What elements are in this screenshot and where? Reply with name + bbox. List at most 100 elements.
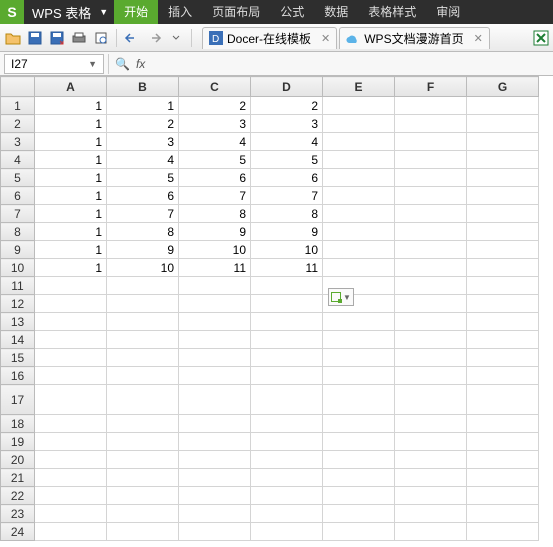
cell-E5[interactable] (323, 169, 395, 187)
cell-G7[interactable] (467, 205, 539, 223)
cell-F7[interactable] (395, 205, 467, 223)
cell-F3[interactable] (395, 133, 467, 151)
cell-C21[interactable] (179, 469, 251, 487)
cell-C11[interactable] (179, 277, 251, 295)
cell-D11[interactable] (251, 277, 323, 295)
cell-C14[interactable] (179, 331, 251, 349)
row-header-14[interactable]: 14 (1, 331, 35, 349)
cell-E3[interactable] (323, 133, 395, 151)
cell-D10[interactable]: 11 (251, 259, 323, 277)
cell-A22[interactable] (35, 487, 107, 505)
cell-F24[interactable] (395, 523, 467, 541)
cell-G9[interactable] (467, 241, 539, 259)
cell-B9[interactable]: 9 (107, 241, 179, 259)
row-header-18[interactable]: 18 (1, 415, 35, 433)
cell-A3[interactable]: 1 (35, 133, 107, 151)
cell-F2[interactable] (395, 115, 467, 133)
cell-F5[interactable] (395, 169, 467, 187)
menu-表格样式[interactable]: 表格样式 (358, 0, 426, 24)
cell-A14[interactable] (35, 331, 107, 349)
cell-D20[interactable] (251, 451, 323, 469)
autofill-options-button[interactable]: ▼ (328, 288, 354, 306)
cell-B22[interactable] (107, 487, 179, 505)
cell-F18[interactable] (395, 415, 467, 433)
cell-F10[interactable] (395, 259, 467, 277)
cell-A19[interactable] (35, 433, 107, 451)
formula-search-icon[interactable]: 🔍 (115, 57, 130, 71)
cell-E4[interactable] (323, 151, 395, 169)
cell-E16[interactable] (323, 367, 395, 385)
cell-A23[interactable] (35, 505, 107, 523)
cell-F1[interactable] (395, 97, 467, 115)
cell-C9[interactable]: 10 (179, 241, 251, 259)
cell-B7[interactable]: 7 (107, 205, 179, 223)
row-header-1[interactable]: 1 (1, 97, 35, 115)
cell-B13[interactable] (107, 313, 179, 331)
col-header-A[interactable]: A (35, 77, 107, 97)
col-header-D[interactable]: D (251, 77, 323, 97)
cell-E7[interactable] (323, 205, 395, 223)
cell-F23[interactable] (395, 505, 467, 523)
cell-A12[interactable] (35, 295, 107, 313)
cell-E24[interactable] (323, 523, 395, 541)
row-header-13[interactable]: 13 (1, 313, 35, 331)
col-header-C[interactable]: C (179, 77, 251, 97)
cell-D22[interactable] (251, 487, 323, 505)
cell-G1[interactable] (467, 97, 539, 115)
cell-G16[interactable] (467, 367, 539, 385)
cell-D4[interactable]: 5 (251, 151, 323, 169)
cell-C13[interactable] (179, 313, 251, 331)
cell-E17[interactable] (323, 385, 395, 415)
cell-A2[interactable]: 1 (35, 115, 107, 133)
cell-F13[interactable] (395, 313, 467, 331)
cell-C3[interactable]: 4 (179, 133, 251, 151)
fx-label[interactable]: fx (136, 57, 145, 71)
cell-E21[interactable] (323, 469, 395, 487)
row-header-8[interactable]: 8 (1, 223, 35, 241)
row-header-22[interactable]: 22 (1, 487, 35, 505)
cell-G13[interactable] (467, 313, 539, 331)
cell-D1[interactable]: 2 (251, 97, 323, 115)
cell-F22[interactable] (395, 487, 467, 505)
toolbar-dropdown-icon[interactable] (167, 29, 185, 47)
col-header-G[interactable]: G (467, 77, 539, 97)
cell-A15[interactable] (35, 349, 107, 367)
cell-G17[interactable] (467, 385, 539, 415)
cell-G3[interactable] (467, 133, 539, 151)
print-preview-icon[interactable] (92, 29, 110, 47)
redo-icon[interactable] (145, 29, 163, 47)
cell-B18[interactable] (107, 415, 179, 433)
row-header-6[interactable]: 6 (1, 187, 35, 205)
name-box[interactable]: I27 ▼ (4, 54, 104, 74)
cell-D9[interactable]: 10 (251, 241, 323, 259)
cell-B17[interactable] (107, 385, 179, 415)
undo-icon[interactable] (123, 29, 141, 47)
cell-C10[interactable]: 11 (179, 259, 251, 277)
cell-D23[interactable] (251, 505, 323, 523)
cell-B8[interactable]: 8 (107, 223, 179, 241)
cell-C5[interactable]: 6 (179, 169, 251, 187)
open-icon[interactable] (4, 29, 22, 47)
cell-G15[interactable] (467, 349, 539, 367)
cell-B11[interactable] (107, 277, 179, 295)
cell-D2[interactable]: 3 (251, 115, 323, 133)
tab-close-icon[interactable]: ✕ (315, 32, 330, 45)
saveas-icon[interactable] (48, 29, 66, 47)
cell-D14[interactable] (251, 331, 323, 349)
cell-A7[interactable]: 1 (35, 205, 107, 223)
cell-G6[interactable] (467, 187, 539, 205)
cell-F6[interactable] (395, 187, 467, 205)
cell-E15[interactable] (323, 349, 395, 367)
row-header-11[interactable]: 11 (1, 277, 35, 295)
cell-F21[interactable] (395, 469, 467, 487)
cell-G11[interactable] (467, 277, 539, 295)
row-header-7[interactable]: 7 (1, 205, 35, 223)
cell-B20[interactable] (107, 451, 179, 469)
cell-E1[interactable] (323, 97, 395, 115)
excel-icon[interactable] (533, 30, 549, 46)
cell-A8[interactable]: 1 (35, 223, 107, 241)
cell-B2[interactable]: 2 (107, 115, 179, 133)
cell-B19[interactable] (107, 433, 179, 451)
cell-G22[interactable] (467, 487, 539, 505)
cell-B4[interactable]: 4 (107, 151, 179, 169)
